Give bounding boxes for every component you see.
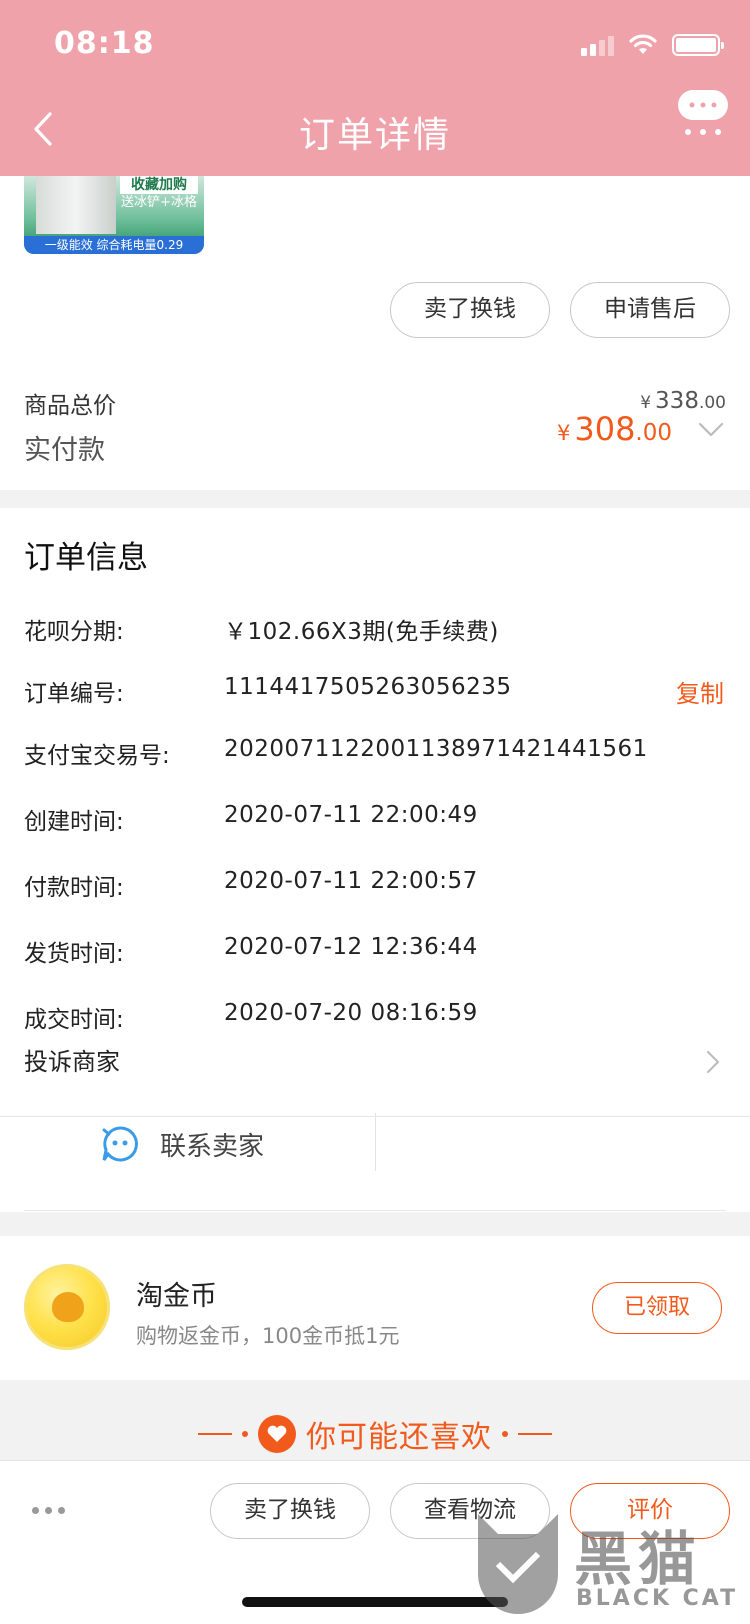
divider — [24, 1210, 726, 1211]
view-logistics-button[interactable]: 查看物流 — [390, 1483, 550, 1539]
thumb-promo: 收藏加购 送冰铲+冰格 — [120, 176, 198, 210]
chat-bubble-icon — [102, 1126, 138, 1162]
order-info-section: 订单信息 花呗分期: ￥102.66X3期(免手续费) 订单编号: 111441… — [0, 508, 750, 1212]
chevron-down-icon[interactable] — [698, 422, 724, 438]
gold-coin-icon — [24, 1264, 110, 1350]
info-row-order-number: 订单编号: 1114417505263056235 复制 — [24, 674, 724, 709]
more-message-icon[interactable] — [674, 86, 736, 146]
claimed-button[interactable]: 已领取 — [592, 1282, 722, 1334]
you-may-like-title: 你可能还喜欢 — [306, 1420, 492, 1455]
copy-button[interactable]: 复制 — [676, 674, 724, 709]
product-thumbnail[interactable]: 收藏加购 送冰铲+冰格 一级能效 综合耗电量0.29 — [24, 176, 204, 254]
bottom-sell-for-cash-button[interactable]: 卖了换钱 — [210, 1483, 370, 1539]
info-row-installment: 花呗分期: ￥102.66X3期(免手续费) — [24, 619, 499, 645]
home-indicator — [242, 1597, 508, 1607]
decor-dot — [242, 1431, 248, 1437]
bottom-action-bar: 卖了换钱 查看物流 评价 — [0, 1460, 750, 1624]
signal-icon — [581, 34, 614, 56]
sell-for-cash-button[interactable]: 卖了换钱 — [390, 282, 550, 338]
decor-dot — [502, 1431, 508, 1437]
info-row-shipped-time: 发货时间: 2020-07-12 12:36:44 — [24, 934, 478, 967]
coin-title: 淘金币 — [136, 1281, 217, 1312]
paid-amount: ¥308.00 — [556, 410, 672, 448]
info-row-paid-time: 付款时间: 2020-07-11 22:00:57 — [24, 868, 478, 901]
product-image — [36, 176, 116, 234]
total-price-label: 商品总价 — [24, 393, 116, 419]
contact-seller-button[interactable]: 联系卖家 — [0, 1116, 375, 1172]
coin-subtitle: 购物返金币，100金币抵1元 — [136, 1324, 400, 1348]
chevron-right-icon — [707, 1051, 719, 1073]
contact-seller-label: 联系卖家 — [160, 1132, 265, 1162]
header-bar: 08:18 订单详情 — [0, 0, 750, 176]
wifi-icon — [629, 34, 657, 54]
battery-icon — [672, 34, 724, 56]
status-time: 08:18 — [54, 26, 155, 61]
paid-label: 实付款 — [24, 435, 105, 466]
more-options-icon[interactable] — [32, 1507, 65, 1514]
order-info-title: 订单信息 — [24, 540, 148, 576]
review-button[interactable]: 评价 — [570, 1483, 730, 1539]
product-summary: 收藏加购 送冰铲+冰格 一级能效 综合耗电量0.29 卖了换钱 申请售后 商品总… — [0, 176, 750, 490]
info-row-alipay-number: 支付宝交易号: 2020071122001138971421441561 — [24, 736, 648, 769]
status-icons — [581, 30, 724, 60]
after-sale-button[interactable]: 申请售后 — [570, 282, 730, 338]
decor-line — [198, 1433, 232, 1435]
vertical-separator — [375, 1113, 376, 1171]
info-row-created-time: 创建时间: 2020-07-11 22:00:49 — [24, 802, 478, 835]
decor-line — [518, 1433, 552, 1435]
heart-icon — [258, 1415, 296, 1453]
complain-seller-label: 投诉商家 — [24, 1048, 120, 1076]
complain-seller-row[interactable]: 投诉商家 — [0, 1032, 750, 1090]
you-may-like-header: 你可能还喜欢 — [0, 1412, 750, 1460]
thumb-caption: 一级能效 综合耗电量0.29 — [24, 236, 204, 254]
page-title: 订单详情 — [298, 115, 451, 156]
gold-coin-card: 淘金币 购物返金币，100金币抵1元 已领取 — [0, 1236, 750, 1380]
